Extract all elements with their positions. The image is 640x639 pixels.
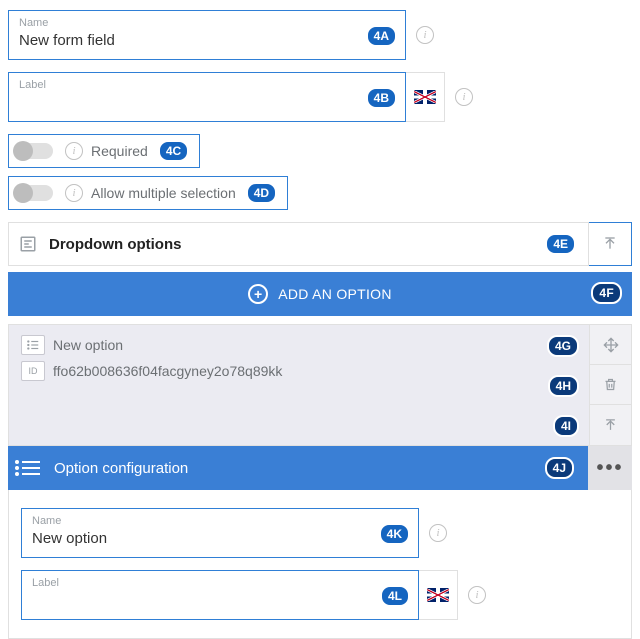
annotation-4a: 4A — [366, 25, 397, 47]
info-icon[interactable]: i — [429, 524, 447, 542]
option-id-icon: ID — [21, 361, 45, 381]
annotation-4b: 4B — [366, 87, 397, 109]
option-card: New option ID ffo62b008636f04facgyney2o7… — [8, 324, 632, 446]
multi-toggle-row: i Allow multiple selection 4D — [8, 176, 288, 210]
annotation-4i: 4I — [553, 415, 579, 437]
language-flag-button[interactable] — [405, 72, 445, 122]
option-collapse-button[interactable] — [590, 405, 631, 445]
name-label: Name — [19, 17, 395, 29]
language-flag-button[interactable] — [418, 570, 458, 620]
dropdown-options-header: Dropdown options 4E — [8, 222, 589, 266]
option-id-value: ffo62b008636f04facgyney2o78q89kk — [53, 363, 282, 379]
collapse-up-icon — [602, 236, 618, 252]
info-icon[interactable]: i — [416, 26, 434, 44]
info-icon[interactable]: i — [65, 184, 83, 202]
uk-flag-icon — [414, 90, 436, 104]
annotation-4k: 4K — [379, 523, 410, 545]
option-config-title: Option configuration — [54, 460, 531, 477]
option-name-field[interactable]: Name New option 4K — [21, 508, 419, 558]
add-option-label: ADD AN OPTION — [278, 286, 392, 302]
label-label: Label — [19, 79, 395, 91]
form-icon — [19, 235, 37, 253]
option-drag-handle[interactable] — [590, 325, 631, 365]
multi-toggle[interactable] — [15, 185, 53, 201]
option-name: New option — [53, 337, 123, 353]
collapse-up-icon — [603, 418, 618, 433]
list-icon — [22, 461, 40, 475]
required-toggle[interactable] — [15, 143, 53, 159]
option-label-field[interactable]: Label 4L — [21, 570, 419, 620]
plus-icon: + — [248, 284, 268, 304]
dropdown-options-title: Dropdown options — [49, 236, 533, 253]
option-label-label: Label — [32, 577, 408, 589]
annotation-4e: 4E — [545, 233, 576, 255]
add-option-button[interactable]: + ADD AN OPTION 4F — [8, 272, 632, 316]
annotation-4g: 4G — [547, 335, 579, 357]
option-delete-button[interactable] — [590, 365, 631, 405]
annotation-4c: 4C — [158, 140, 189, 162]
label-field[interactable]: Label 4B — [8, 72, 406, 122]
annotation-4j: 4J — [545, 457, 574, 479]
name-value: New form field — [19, 32, 395, 49]
option-name-label: Name — [32, 515, 408, 527]
info-icon[interactable]: i — [455, 88, 473, 106]
annotation-4d: 4D — [246, 182, 277, 204]
option-list-icon — [21, 335, 45, 355]
annotation-4h: 4H — [548, 375, 579, 397]
info-icon[interactable]: i — [468, 586, 486, 604]
required-label: Required — [91, 143, 148, 159]
collapse-button[interactable] — [588, 222, 632, 266]
annotation-4f: 4F — [591, 282, 622, 304]
move-icon — [603, 337, 619, 353]
uk-flag-icon — [427, 588, 449, 602]
info-icon[interactable]: i — [65, 142, 83, 160]
option-config-header: Option configuration 4J — [8, 446, 588, 490]
option-name-value: New option — [32, 530, 408, 547]
annotation-4l: 4L — [380, 585, 410, 607]
required-toggle-row: i Required 4C — [8, 134, 200, 168]
ellipsis-icon: ••• — [596, 457, 623, 480]
name-field[interactable]: Name New form field 4A — [8, 10, 406, 60]
multi-label: Allow multiple selection — [91, 185, 236, 201]
trash-icon — [603, 377, 618, 392]
option-more-button[interactable]: ••• — [588, 446, 632, 490]
